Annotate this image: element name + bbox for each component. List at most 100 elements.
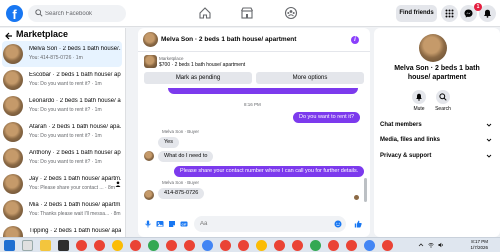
messenger-icon [464,9,473,18]
message-bubble-incoming: 414-875-0726 [158,188,205,199]
privacy-support-section[interactable]: Privacy & support [380,149,494,163]
message-bubble-incoming: What do I need to [158,151,214,162]
listing-card: Marketplace $700 · 2 beds 1 bath house/ … [138,53,370,91]
listing-thumbnail[interactable] [144,55,157,68]
message-input-box[interactable] [194,216,346,232]
marketplace-conversations-sidebar: Marketplace Melva Son · 2 beds 1 bath ho… [0,28,126,237]
menu-button[interactable] [441,5,458,22]
mute-label: Mute [413,106,425,112]
conversation-item[interactable]: Escobar · 2 beds 1 bath house/ apa... Yo… [2,67,122,93]
mark-as-pending-button[interactable]: Mark as pending [144,72,252,84]
microphone-icon[interactable] [144,220,152,228]
listing-price-title[interactable]: $700 · 2 beds 1 bath house/ apartment [159,62,245,68]
conversation-name: Jay · 2 beds 1 bath house/ apartm... [29,176,121,182]
chat-scrollbar[interactable] [364,178,367,202]
gif-icon[interactable]: GIF [180,220,188,228]
search-input[interactable] [45,5,123,22]
search-taskbar-icon[interactable] [22,240,33,251]
conversation-item[interactable]: Melva Son · 2 beds 1 bath house/... You:… [2,41,122,67]
system-clock[interactable]: 8:17 PM 1/7/2026 [458,239,488,251]
chrome-icon[interactable] [76,240,87,251]
listing-thumbnail [3,96,23,116]
chat-members-section[interactable]: Chat members [380,118,494,132]
notification-badge: 1 [474,3,482,11]
sender-avatar [144,190,154,200]
clock-date: 1/7/2026 [470,245,488,250]
conversation-name: Melva Son · 2 beds 1 bath house/... [29,46,121,52]
wifi-icon[interactable] [428,242,434,248]
conversation-item[interactable]: Leonardo · 2 beds 1 bath house/ apa... Y… [2,93,122,119]
chrome-icon[interactable] [148,240,159,251]
chrome-icon[interactable] [364,240,375,251]
facebook-logo[interactable]: f [6,5,23,22]
chrome-icon[interactable] [256,240,267,251]
like-icon[interactable] [354,220,362,228]
conversation-item[interactable]: Mia · 2 beds 1 bath house/ apartm... You… [2,197,122,223]
chrome-icon[interactable] [220,240,231,251]
bell-icon [484,9,491,18]
file-explorer-icon[interactable] [40,240,51,251]
chrome-icon[interactable] [292,240,303,251]
search-icon [35,9,43,17]
message-bubble-outgoing [168,88,358,94]
chrome-icon[interactable] [112,240,123,251]
chrome-icon[interactable] [94,240,105,251]
chat-title[interactable]: Melva Son · 2 beds 1 bath house/ apartme… [161,36,296,43]
search-icon [439,93,447,101]
mute-action[interactable]: Mute [407,90,431,120]
chrome-icon[interactable] [382,240,393,251]
conversation-name: Anthony · 2 beds 1 bath house/ apa... [29,150,121,156]
conversation-avatar[interactable] [419,34,447,62]
conversation-details-panel: Melva Son · 2 beds 1 bath house/ apartme… [374,28,500,237]
chat-header: Melva Son · 2 beds 1 bath house/ apartme… [138,28,370,52]
chrome-icon[interactable] [184,240,195,251]
search-box[interactable] [28,5,126,22]
more-options-button[interactable]: More options [256,72,364,84]
conversation-item[interactable]: Anthony · 2 beds 1 bath house/ apa... Yo… [2,145,122,171]
section-label: Chat members [380,122,422,128]
conversation-item[interactable]: Jay · 2 beds 1 bath house/ apartm... You… [2,171,122,197]
svg-text:GIF: GIF [182,223,187,227]
message-bubble-incoming: Yes [158,137,179,148]
chrome-icon[interactable] [274,240,285,251]
info-icon[interactable]: i [351,36,359,44]
chrome-icon[interactable] [166,240,177,251]
media-files-links-section[interactable]: Media, files and links [380,133,494,147]
conversation-item[interactable]: Tipping · 2 beds 1 bath house/ apart... [2,223,122,237]
listing-thumbnail [3,200,23,220]
marketplace-icon[interactable] [240,6,254,20]
home-icon[interactable] [198,6,212,20]
section-label: Media, files and links [380,137,441,143]
top-navigation-bar: f Find friends 1 [0,0,500,27]
listing-thumbnail [3,122,23,142]
search-action[interactable]: Search [431,90,455,120]
conversation-preview: You: Do you want to rent it? · 1m [29,107,102,113]
sticker-icon[interactable] [168,220,176,228]
groups-icon[interactable] [284,6,298,20]
chevron-up-icon[interactable] [418,242,424,248]
back-arrow-icon[interactable] [5,32,13,40]
chrome-icon[interactable] [346,240,357,251]
message-bubble-outgoing: Do you want to rent it? [293,112,361,123]
chrome-icon[interactable] [130,240,141,251]
message-input[interactable] [200,216,330,232]
chrome-icon[interactable] [202,240,213,251]
chrome-icon[interactable] [238,240,249,251]
conversation-preview: You: Thanks please wait I'll messa... · … [29,211,121,217]
conversation-name: Mia · 2 beds 1 bath house/ apartm... [29,202,121,208]
sender-label: Melva Son · Buyer [162,180,200,185]
listing-thumbnail [3,70,23,90]
volume-icon[interactable] [438,242,444,248]
conversation-item[interactable]: Atarah · 2 beds 1 bath house/ apa... You… [2,119,122,145]
emoji-icon[interactable] [334,220,342,228]
find-friends-button[interactable]: Find friends [396,5,437,22]
photo-icon[interactable] [156,220,164,228]
chevron-down-icon [486,138,492,142]
read-receipt-avatar [354,195,359,200]
chrome-icon[interactable] [310,240,321,251]
chat-avatar[interactable] [143,32,158,47]
windows-taskbar: 8:17 PM 1/7/2026 [0,237,500,252]
start-icon[interactable] [4,240,15,251]
chrome-icon[interactable] [328,240,339,251]
app-icon[interactable] [58,240,69,251]
